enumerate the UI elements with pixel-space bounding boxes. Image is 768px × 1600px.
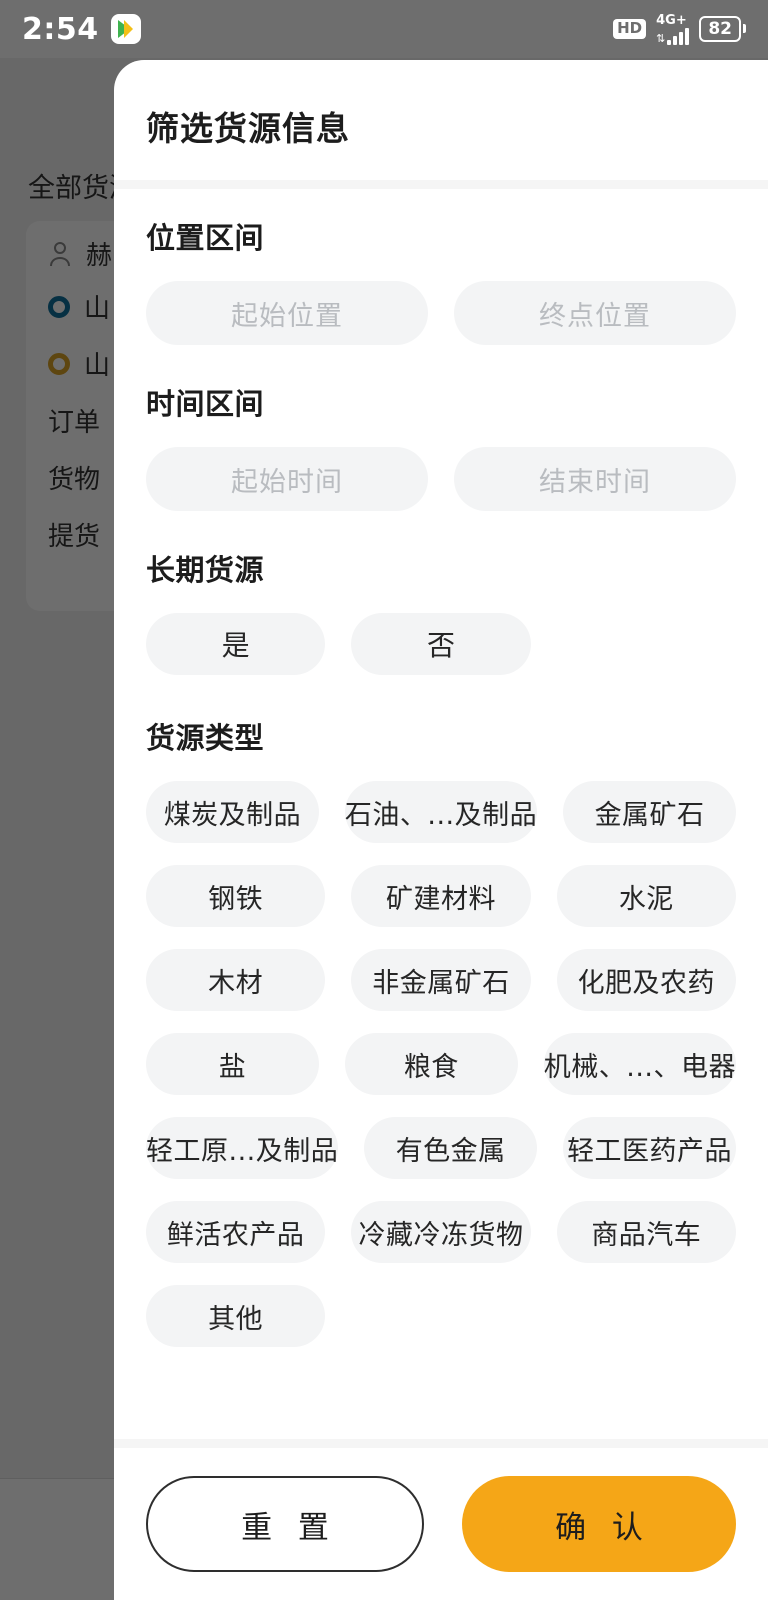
cargo-type-chip[interactable]: 水泥 xyxy=(556,865,736,927)
cargo-type-chip[interactable]: 非金属矿石 xyxy=(351,949,531,1011)
cargo-type-row: 盐粮食 机械、...、电器 xyxy=(146,1033,736,1095)
section-location-range: 位置区间 起始位置 终点位置 xyxy=(146,215,736,345)
section-cargo-type: 货源类型 煤炭及制品 石油、...及制品 金属矿石 钢铁 矿建材料 水泥 木材 非金属矿石 化肥… xyxy=(146,715,736,1347)
sheet-header: 筛选货源信息 xyxy=(114,60,768,180)
cargo-type-chip[interactable]: 煤炭及制品 xyxy=(146,781,319,843)
cargo-type-chip[interactable]: 矿建材料 xyxy=(351,865,531,927)
cargo-type-chip[interactable]: 机械、...、电器 xyxy=(543,1033,736,1095)
cargo-type-row: 煤炭及制品 石油、...及制品 金属矿石 xyxy=(146,781,736,843)
header-divider xyxy=(114,180,768,189)
start-time-placeholder: 起始时间 xyxy=(231,466,343,498)
section-long-term: 长期货源 是 否 xyxy=(146,547,736,675)
network-type-label: 4G+ xyxy=(656,12,687,28)
location-field-row: 起始位置 终点位置 xyxy=(146,281,736,345)
status-bar-left: 2:54 xyxy=(22,12,141,47)
battery-icon: 82 xyxy=(699,15,746,43)
sheet-title: 筛选货源信息 xyxy=(146,109,350,148)
section-title-long-term: 长期货源 xyxy=(146,553,265,587)
cargo-type-chip[interactable]: 鲜活农产品 xyxy=(146,1201,326,1263)
cargo-type-chip[interactable]: 盐 xyxy=(146,1033,319,1095)
signal-icon: 4G+ ⇅ xyxy=(656,12,690,45)
time-field-row: 起始时间 结束时间 xyxy=(146,447,736,511)
status-bar-clock: 2:54 xyxy=(22,11,99,47)
cargo-type-chip[interactable]: 其他 xyxy=(146,1285,326,1347)
section-time-range: 时间区间 起始时间 结束时间 xyxy=(146,381,736,511)
hd-icon: HD xyxy=(613,19,647,39)
section-title-time: 时间区间 xyxy=(146,387,265,421)
confirm-button[interactable]: 确 认 xyxy=(462,1476,736,1572)
cargo-type-row: 木材 非金属矿石 化肥及农药 xyxy=(146,949,736,1011)
cargo-type-chip[interactable]: 粮食 xyxy=(344,1033,518,1095)
status-bar: 2:54 HD 4G+ ⇅ 82 xyxy=(0,0,768,58)
cargo-type-row: 其他 xyxy=(146,1285,736,1347)
cargo-type-chip[interactable]: 轻工医药产品 xyxy=(563,1117,736,1179)
sheet-body: 位置区间 起始位置 终点位置 时间区间 起始时间 结束时间 长期货源 是 否 货… xyxy=(114,189,768,1439)
section-title-location: 位置区间 xyxy=(146,221,265,255)
cargo-type-chip[interactable]: 石油、...及制品 xyxy=(344,781,538,843)
cargo-type-row: 鲜活农产品 冷藏冷冻货物 商品汽车 xyxy=(146,1201,736,1263)
reset-button[interactable]: 重 置 xyxy=(146,1476,424,1572)
cargo-type-chip-placeholder xyxy=(351,1285,530,1347)
filter-sheet: 筛选货源信息 位置区间 起始位置 终点位置 时间区间 起始时间 结束时间 长期货… xyxy=(114,60,768,1600)
sheet-footer: 重 置 确 认 xyxy=(114,1448,768,1600)
play-store-icon xyxy=(110,14,141,44)
long-term-option-no[interactable]: 否 xyxy=(351,613,531,675)
long-term-option-yes[interactable]: 是 xyxy=(146,613,326,675)
cargo-type-chip[interactable]: 金属矿石 xyxy=(563,781,736,843)
data-transfer-icon: ⇅ xyxy=(656,31,666,45)
end-time-input[interactable]: 结束时间 xyxy=(454,447,736,511)
cargo-type-chip[interactable]: 有色金属 xyxy=(364,1117,538,1179)
cargo-type-row: 钢铁 矿建材料 水泥 xyxy=(146,865,736,927)
cargo-type-row: 轻工原...及制品 有色金属 轻工医药产品 xyxy=(146,1117,736,1179)
section-title-cargo-type: 货源类型 xyxy=(146,721,265,755)
battery-level-label: 82 xyxy=(699,15,741,43)
long-term-option-row: 是 否 xyxy=(146,613,736,675)
start-location-input[interactable]: 起始位置 xyxy=(146,281,428,345)
long-term-row-spacer xyxy=(557,613,736,675)
cargo-type-chip[interactable]: 木材 xyxy=(146,949,326,1011)
footer-divider xyxy=(114,1439,768,1448)
end-location-placeholder: 终点位置 xyxy=(539,300,651,332)
start-time-input[interactable]: 起始时间 xyxy=(146,447,428,511)
status-bar-right: HD 4G+ ⇅ 82 xyxy=(613,14,746,45)
end-location-input[interactable]: 终点位置 xyxy=(454,281,736,345)
start-location-placeholder: 起始位置 xyxy=(231,300,343,332)
cargo-type-grid: 煤炭及制品 石油、...及制品 金属矿石 钢铁 矿建材料 水泥 木材 非金属矿石 化肥及农药盐粮… xyxy=(146,781,736,1347)
cargo-type-chip-placeholder xyxy=(557,1285,736,1347)
cargo-type-chip[interactable]: 商品汽车 xyxy=(556,1201,736,1263)
cargo-type-chip[interactable]: 化肥及农药 xyxy=(556,949,736,1011)
cargo-type-chip[interactable]: 钢铁 xyxy=(146,865,326,927)
signal-bars-icon xyxy=(667,27,690,45)
end-time-placeholder: 结束时间 xyxy=(539,466,651,498)
cargo-type-chip[interactable]: 冷藏冷冻货物 xyxy=(351,1201,531,1263)
cargo-type-chip[interactable]: 轻工原...及制品 xyxy=(146,1117,339,1179)
